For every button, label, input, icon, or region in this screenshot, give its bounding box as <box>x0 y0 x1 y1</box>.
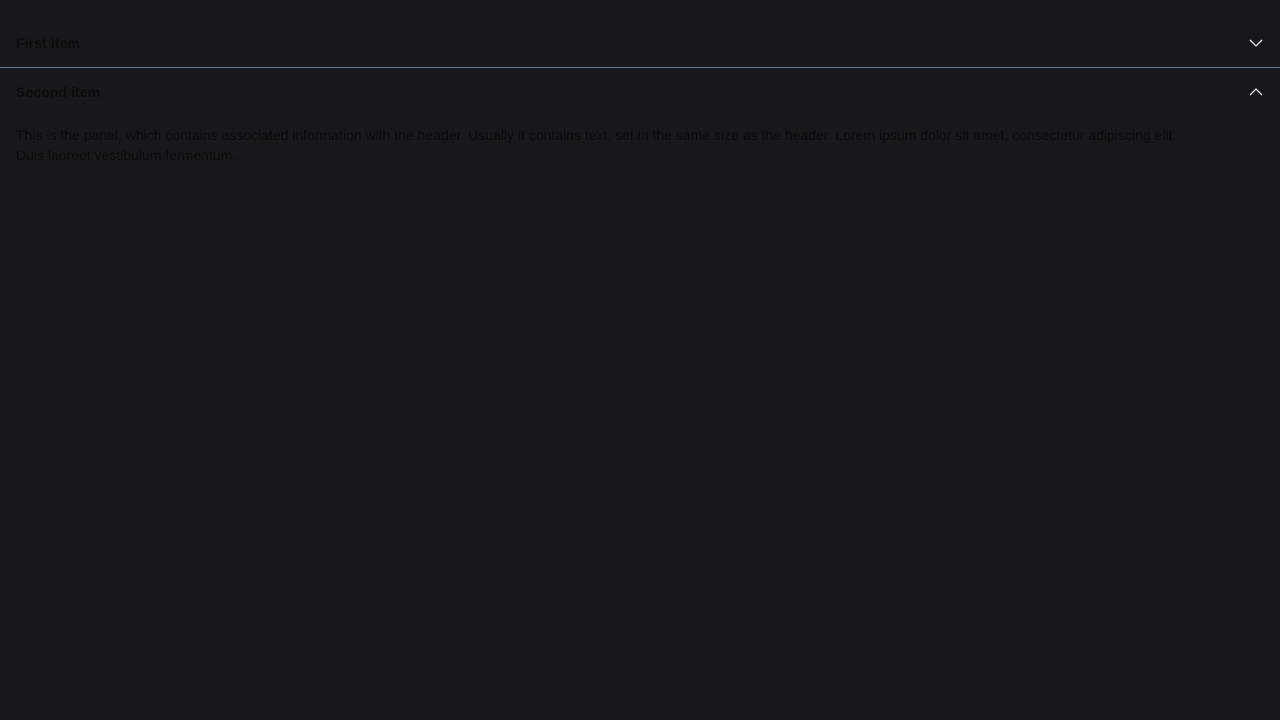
accordion-header-first[interactable]: First item <box>0 19 1280 67</box>
accordion-title: First item <box>16 35 81 51</box>
accordion-header-second[interactable]: Second item <box>0 68 1280 116</box>
chevron-down-icon[interactable] <box>1248 35 1264 51</box>
accordion-panel-second: This is the panel, which contains associ… <box>0 116 1280 165</box>
accordion-title: Second item <box>16 84 101 100</box>
panel-text: This is the panel, which contains associ… <box>16 127 1177 163</box>
chevron-up-icon[interactable] <box>1248 84 1264 100</box>
accordion-item-second: Second item This is the panel, which con… <box>0 68 1280 165</box>
accordion: First item Second item This is the panel… <box>0 19 1280 165</box>
accordion-item-first: First item <box>0 19 1280 67</box>
